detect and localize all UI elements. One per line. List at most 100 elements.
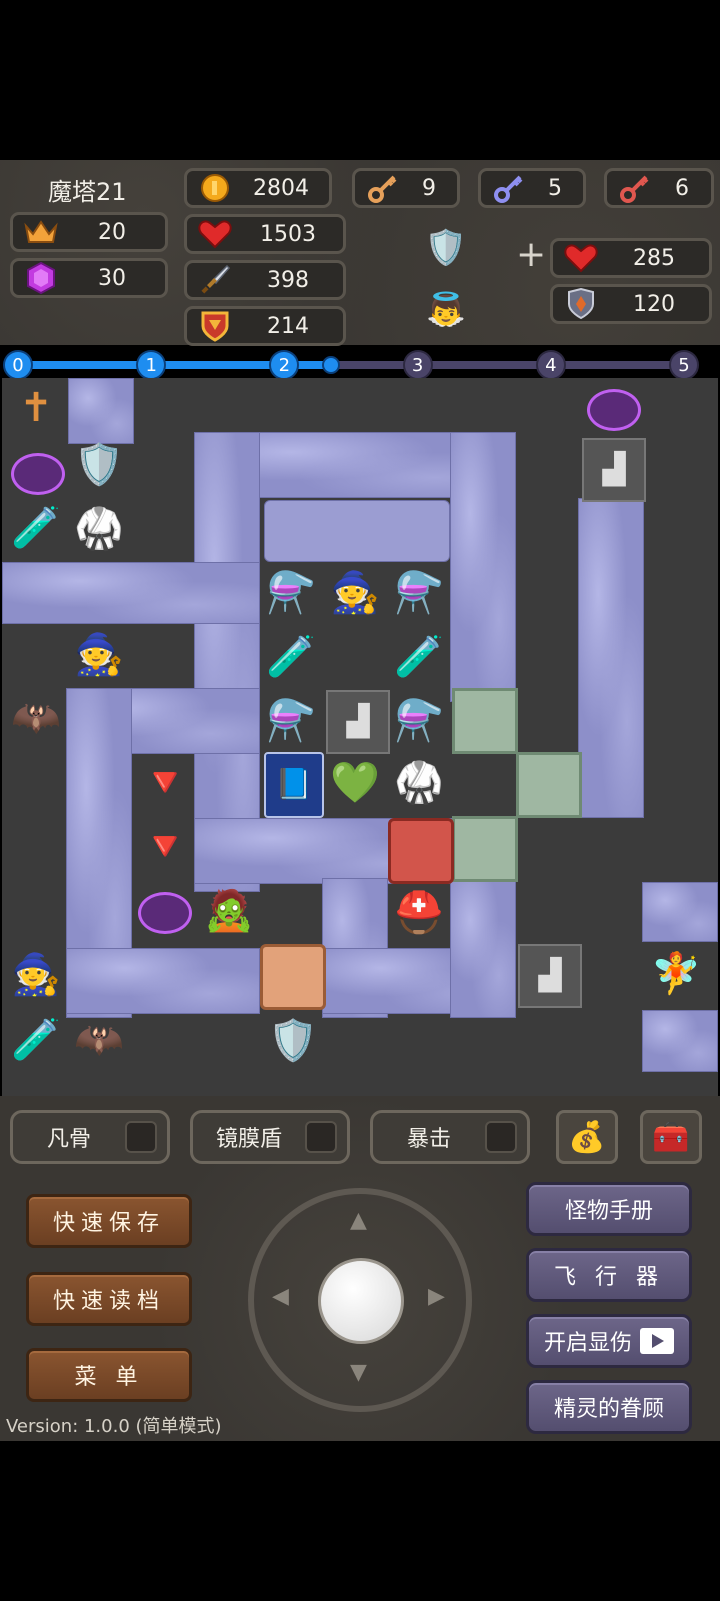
- gem-stat: 30: [10, 258, 168, 298]
- progress-node-5[interactable]: 5: [669, 350, 699, 380]
- monster-manual-item[interactable]: 📘: [264, 752, 324, 818]
- quick-load-button[interactable]: 快速读档: [26, 1272, 192, 1326]
- fairy-favor-button[interactable]: 精灵的眷顾: [526, 1380, 692, 1434]
- menu-button[interactable]: 菜 单: [26, 1348, 192, 1402]
- red-gem-item[interactable]: 🔻: [134, 752, 196, 814]
- blue-potion-item[interactable]: ⚗️: [260, 690, 322, 752]
- green-gem-item[interactable]: 💚: [324, 752, 386, 814]
- purple-bat-monster[interactable]: 🦇: [6, 688, 66, 748]
- flyer-button[interactable]: 飞 行 器: [526, 1248, 692, 1302]
- bag-button[interactable]: 💰: [556, 1110, 618, 1164]
- green-potion-item[interactable]: 🧪: [6, 1010, 66, 1070]
- blue-key-stat: 5: [478, 168, 586, 208]
- red-key-value: 6: [675, 175, 689, 201]
- wall-segment: [2, 562, 260, 624]
- joystick-up-icon[interactable]: ▲: [350, 1208, 367, 1233]
- skill-toggle-1[interactable]: 凡骨: [10, 1110, 170, 1164]
- armor-item[interactable]: 🥋: [388, 752, 450, 814]
- blue-key-icon: [491, 170, 527, 206]
- joystick-right-icon[interactable]: ▶: [428, 1284, 445, 1309]
- level-stat: 20: [10, 212, 168, 252]
- yellow-door[interactable]: [260, 944, 326, 1010]
- skill-label: 镜膜盾: [215, 1127, 282, 1152]
- gold-stat: 2804: [184, 168, 332, 208]
- cross-item[interactable]: ✝: [6, 378, 66, 438]
- video-icon: [640, 1328, 674, 1354]
- progress-node-0[interactable]: 0: [3, 350, 33, 380]
- fairy-npc[interactable]: 🧚: [646, 944, 706, 1004]
- shield-icon: [197, 308, 233, 344]
- monster-manual-button[interactable]: 怪物手册: [526, 1182, 692, 1236]
- attack-value: 398: [267, 267, 309, 293]
- magic-floor-tile: [452, 688, 518, 754]
- crown-icon: [23, 214, 59, 250]
- yellow-key-icon: [365, 170, 401, 206]
- gem-value: 30: [98, 265, 126, 291]
- staircase-up[interactable]: ▟: [582, 438, 646, 502]
- hp-stat: 1503: [184, 214, 346, 254]
- purple-slime-monster[interactable]: [8, 444, 68, 504]
- red-knight-npc[interactable]: 🛡️: [68, 432, 130, 498]
- blue-key-value: 5: [548, 175, 562, 201]
- skill-toggle-2[interactable]: 镜膜盾: [190, 1110, 350, 1164]
- wall-segment: [578, 498, 644, 818]
- purple-slime-monster[interactable]: [134, 882, 196, 944]
- progress-knob[interactable]: [322, 356, 341, 374]
- helmet-item[interactable]: ⛑️: [388, 882, 450, 944]
- bag-icon: 💰: [568, 1119, 606, 1155]
- magic-floor-tile: [452, 816, 518, 882]
- joystick-left-icon[interactable]: ◀: [272, 1284, 289, 1309]
- skill-checkbox[interactable]: [485, 1121, 517, 1153]
- joystick-down-icon[interactable]: ▼: [350, 1360, 367, 1385]
- skill-checkbox[interactable]: [125, 1121, 157, 1153]
- heart-icon: [563, 240, 599, 276]
- red-potion-item[interactable]: 🧪: [260, 626, 322, 688]
- red-door[interactable]: [388, 818, 454, 884]
- purple-slime-monster[interactable]: [584, 382, 644, 438]
- brown-wizard-monster[interactable]: 🧙: [68, 624, 130, 686]
- red-priest-monster[interactable]: 🧙: [324, 562, 386, 624]
- skill-checkbox[interactable]: [305, 1121, 337, 1153]
- quick-save-button[interactable]: 快速保存: [26, 1194, 192, 1248]
- defense-value: 214: [267, 313, 309, 339]
- guard-shield-icon: [563, 286, 599, 322]
- blue-potion-item[interactable]: ⚗️: [388, 562, 450, 624]
- floor-title: 魔塔21: [48, 178, 127, 206]
- progress-node-1[interactable]: 1: [136, 350, 167, 380]
- brown-wizard-monster[interactable]: 🧙: [6, 944, 66, 1006]
- wall-segment: [642, 882, 718, 942]
- red-key-stat: 6: [604, 168, 714, 208]
- armor-item[interactable]: 🥋: [68, 498, 130, 560]
- staircase-down[interactable]: ▟: [326, 690, 390, 754]
- green-zombie-monster[interactable]: 🧟: [198, 878, 260, 944]
- altar-statue: [264, 500, 450, 562]
- blue-potion-item[interactable]: ⚗️: [260, 562, 322, 624]
- green-potion-item[interactable]: 🧪: [6, 498, 66, 558]
- show-damage-button[interactable]: 开启显伤: [526, 1314, 692, 1368]
- chest-button[interactable]: 🧰: [640, 1110, 702, 1164]
- staircase-down[interactable]: ▟: [518, 944, 582, 1008]
- skill-toggle-3[interactable]: 暴击: [370, 1110, 530, 1164]
- progress-node-2[interactable]: 2: [269, 350, 300, 380]
- attack-stat: 398: [184, 260, 346, 300]
- game-board[interactable]: ✝ ▟ 🛡️ 🧪 🥋 🧙 ⚗️ ⚗️ 🧪 🧪 🧙 ⚗️ ▟ ⚗️ 🦇 🔻 📘 💚…: [2, 378, 718, 1096]
- chest-icon: 🧰: [652, 1119, 690, 1155]
- purple-bat-monster[interactable]: 🦇: [68, 1010, 130, 1070]
- red-potion-item[interactable]: 🧪: [388, 626, 450, 688]
- floor-progress: 0 1 2 3 4 5: [0, 348, 720, 382]
- bonus-defense-stat: 120: [550, 284, 712, 324]
- blue-potion-item[interactable]: ⚗️: [388, 690, 450, 752]
- yellow-key-stat: 9: [352, 168, 460, 208]
- joystick-knob[interactable]: [318, 1258, 404, 1344]
- red-key-icon: [617, 170, 653, 206]
- progress-node-4[interactable]: 4: [535, 350, 566, 380]
- wall-segment: [66, 948, 260, 1014]
- red-gem-item[interactable]: 🔻: [134, 816, 196, 878]
- wall-segment: [450, 878, 516, 1018]
- progress-node-3[interactable]: 3: [402, 350, 433, 380]
- hero-player[interactable]: 🛡️: [262, 1008, 324, 1074]
- magic-floor-tile: [516, 752, 582, 818]
- yellow-key-value: 9: [422, 175, 436, 201]
- gem-icon: [23, 260, 59, 296]
- fairy-portrait: 👼: [426, 290, 466, 328]
